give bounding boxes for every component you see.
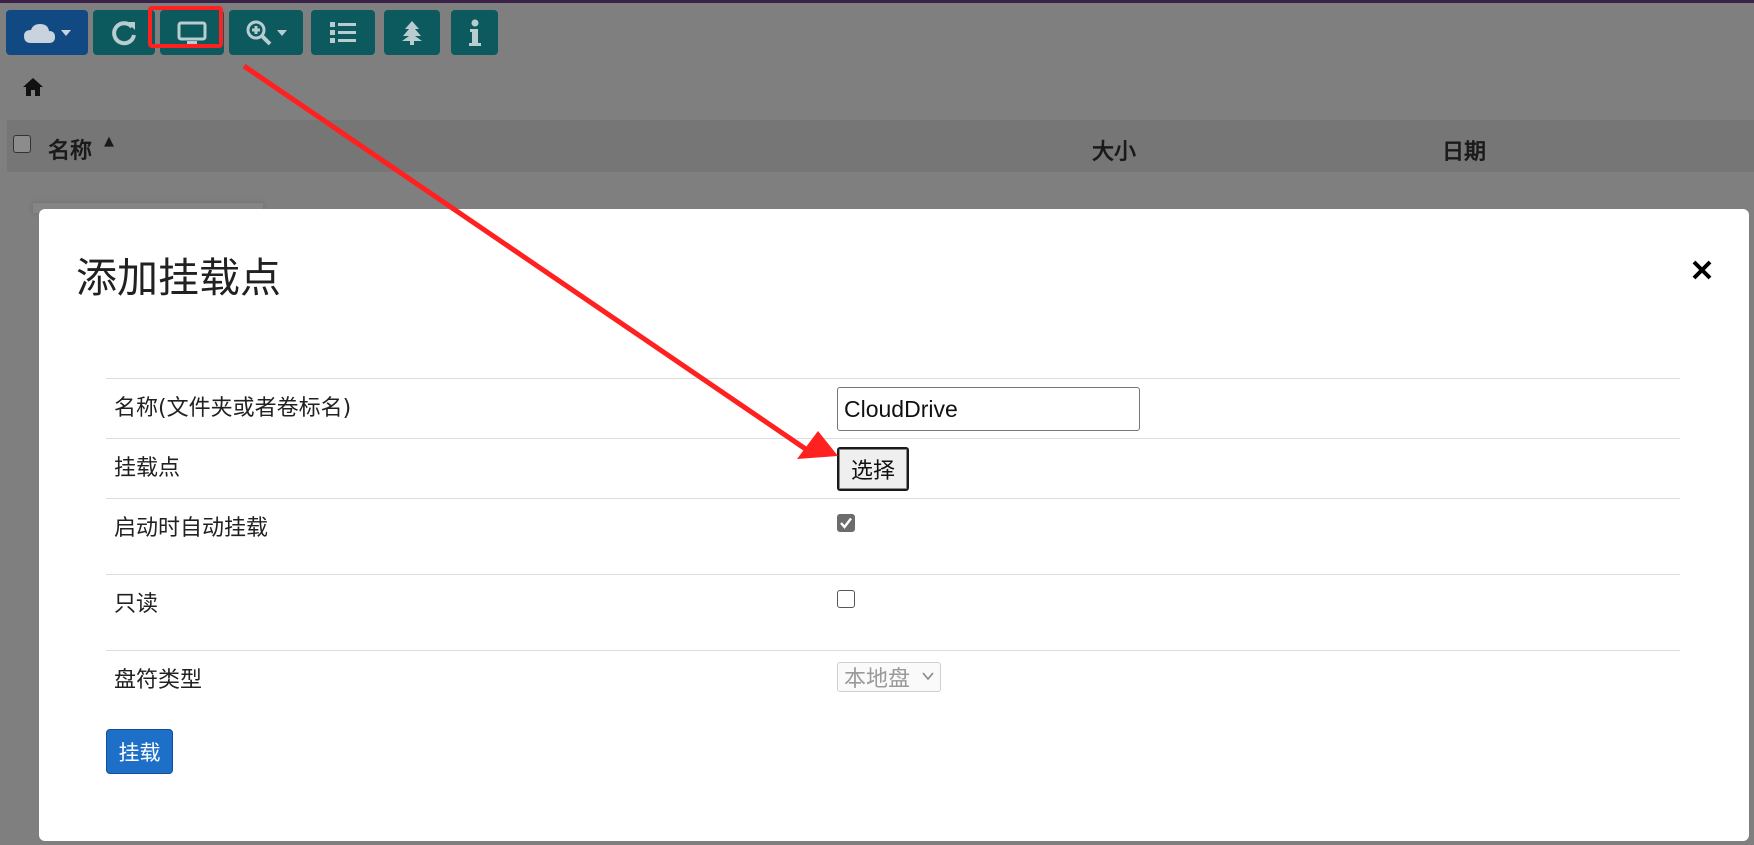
checkmark-icon xyxy=(840,517,852,529)
name-field-label: 名称(文件夹或者卷标名) xyxy=(114,396,352,421)
list-view-button[interactable] xyxy=(311,10,375,55)
window-top-border xyxy=(0,0,1754,3)
annotation-highlight-box xyxy=(148,6,223,48)
cloud-icon xyxy=(23,23,55,43)
zoom-in-icon xyxy=(246,20,271,45)
mount-submit-button[interactable]: 挂载 xyxy=(106,729,173,774)
close-icon[interactable] xyxy=(1690,258,1714,282)
info-icon xyxy=(468,19,481,46)
auto-mount-label: 启动时自动挂载 xyxy=(114,516,269,541)
drive-type-value: 本地盘 xyxy=(844,667,911,692)
form-row-drive-type: 盘符类型 本地盘 xyxy=(106,650,1680,711)
form-row-name: 名称(文件夹或者卷标名) xyxy=(106,378,1680,439)
tree-icon xyxy=(402,20,422,45)
caret-down-icon xyxy=(276,29,287,36)
dialog-title: 添加挂载点 xyxy=(76,254,281,302)
file-table-header: 名称 ▲ 大小 日期 xyxy=(7,120,1754,172)
cloud-menu-button[interactable] xyxy=(6,10,88,55)
tree-view-button[interactable] xyxy=(384,10,440,55)
form-row-read-only: 只读 xyxy=(106,574,1680,651)
list-icon xyxy=(330,21,356,43)
drive-type-select: 本地盘 xyxy=(837,662,941,692)
info-button[interactable] xyxy=(451,10,498,55)
select-all-checkbox[interactable] xyxy=(13,135,31,153)
column-header-size[interactable]: 大小 xyxy=(1092,134,1136,166)
name-input[interactable] xyxy=(837,387,1140,431)
form-row-mount-point: 挂载点 选择 xyxy=(106,438,1680,499)
refresh-button[interactable] xyxy=(93,10,155,55)
read-only-checkbox[interactable] xyxy=(837,590,855,608)
read-only-label: 只读 xyxy=(114,592,159,617)
choose-mount-point-button[interactable]: 选择 xyxy=(837,447,909,491)
home-icon[interactable] xyxy=(22,76,44,98)
mount-point-label: 挂载点 xyxy=(114,456,181,481)
zoom-menu-button[interactable] xyxy=(229,10,303,55)
drive-type-label: 盘符类型 xyxy=(114,668,203,693)
auto-mount-checkbox[interactable] xyxy=(837,514,855,532)
form-row-auto-mount: 启动时自动挂载 xyxy=(106,498,1680,575)
caret-down-icon xyxy=(60,29,71,36)
column-header-date[interactable]: 日期 xyxy=(1442,134,1486,166)
sort-ascending-icon: ▲ xyxy=(104,134,114,149)
column-header-name[interactable]: 名称 xyxy=(48,133,92,165)
chevron-down-icon xyxy=(922,672,934,681)
add-mount-point-dialog: 添加挂载点 名称(文件夹或者卷标名) 挂载点 选择 启动时自动挂载 只读 盘符类… xyxy=(39,209,1749,841)
refresh-icon xyxy=(112,20,136,45)
